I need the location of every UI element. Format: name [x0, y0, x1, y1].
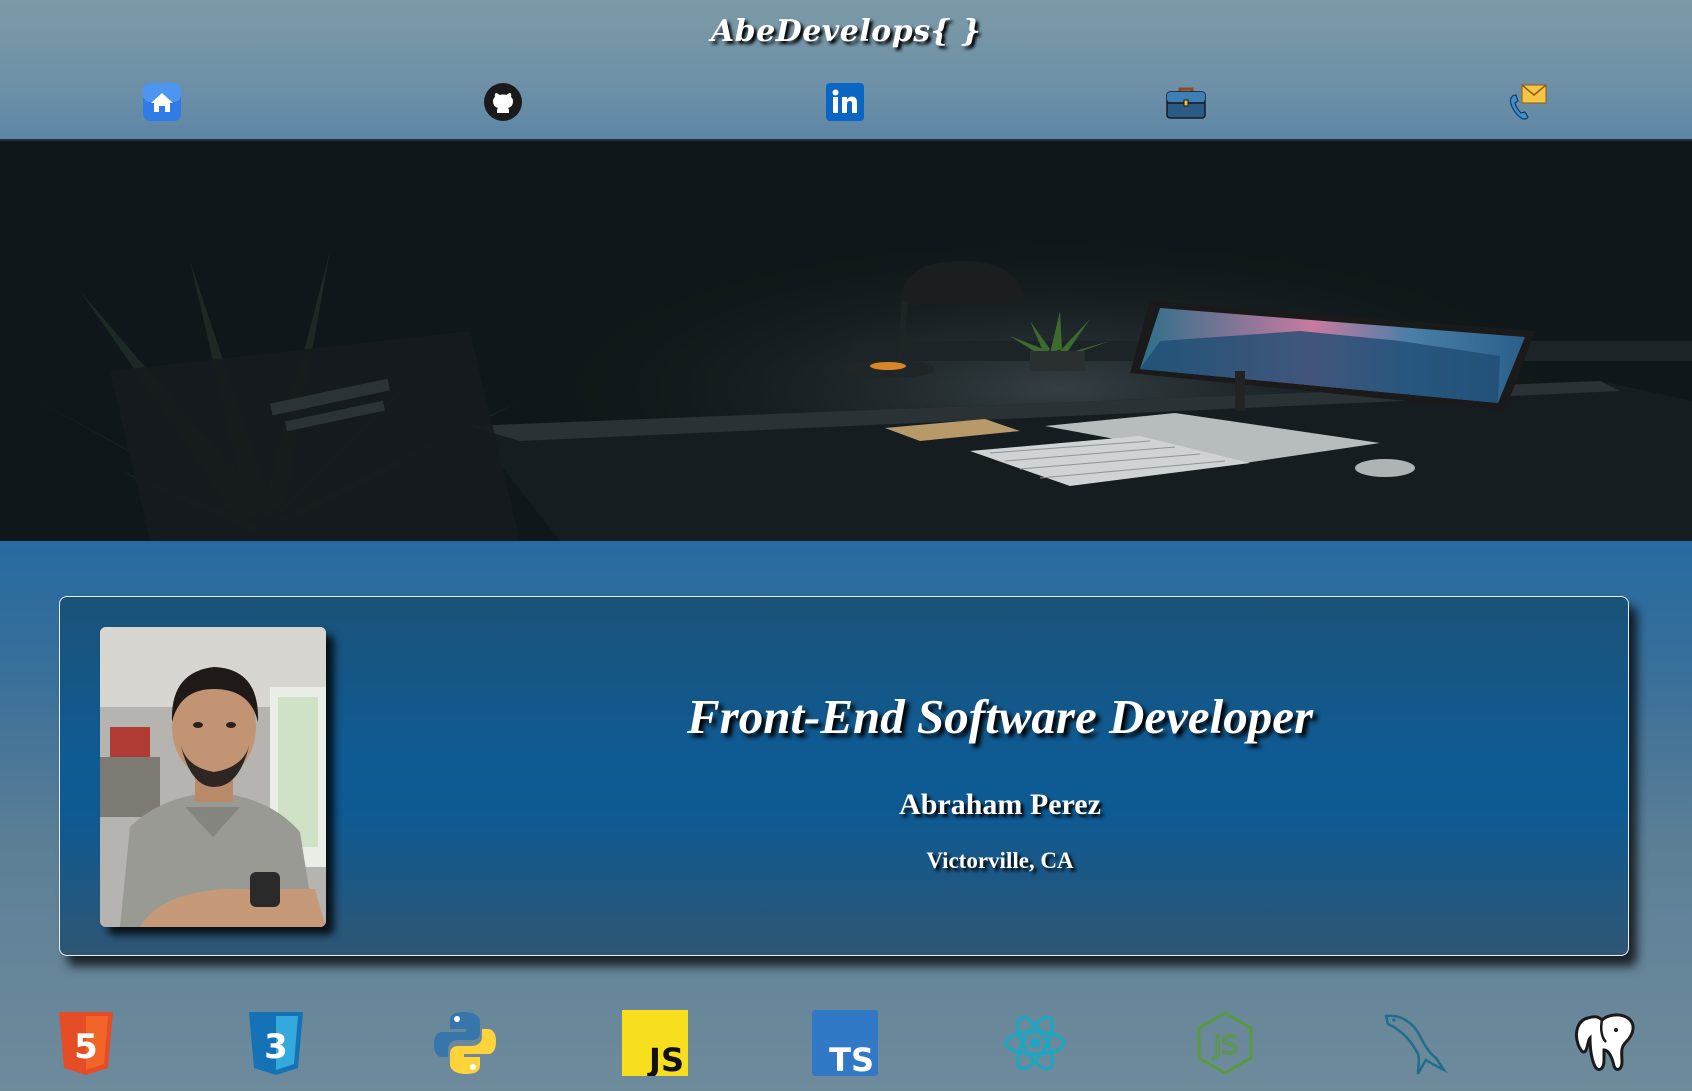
svg-text:JS: JS	[647, 1041, 684, 1076]
svg-text:3: 3	[264, 1027, 288, 1067]
site-header: AbeDevelops{ }	[0, 0, 1692, 141]
job-title-heading: Front-End Software Developer	[686, 689, 1314, 744]
profile-portrait-photo	[100, 627, 326, 927]
css3-icon: 3	[243, 1010, 309, 1076]
svg-text:JS: JS	[1212, 1031, 1238, 1061]
svg-text:5: 5	[74, 1027, 98, 1067]
briefcase-icon[interactable]	[1166, 82, 1206, 122]
github-icon[interactable]	[483, 82, 523, 122]
dark-desk-workspace-photo	[0, 141, 1692, 541]
typescript-icon: TS	[812, 1010, 878, 1076]
react-icon	[1002, 1010, 1068, 1076]
postgresql-icon	[1572, 1010, 1638, 1076]
location-text: Victorville, CA	[926, 848, 1074, 873]
person-name: Abraham Perez	[899, 788, 1101, 821]
contact-icon[interactable]	[1507, 82, 1547, 122]
svg-text:TS: TS	[829, 1041, 874, 1076]
hero-banner	[0, 141, 1692, 541]
home-icon[interactable]	[142, 82, 182, 122]
html5-icon: 5	[53, 1010, 119, 1076]
javascript-icon: JS	[622, 1010, 688, 1076]
nodejs-icon: JS	[1192, 1010, 1258, 1076]
mysql-icon	[1382, 1010, 1448, 1076]
linkedin-icon[interactable]	[825, 82, 865, 122]
brand-logo-text[interactable]: AbeDevelops{ }	[0, 14, 1692, 49]
python-icon	[432, 1010, 498, 1076]
